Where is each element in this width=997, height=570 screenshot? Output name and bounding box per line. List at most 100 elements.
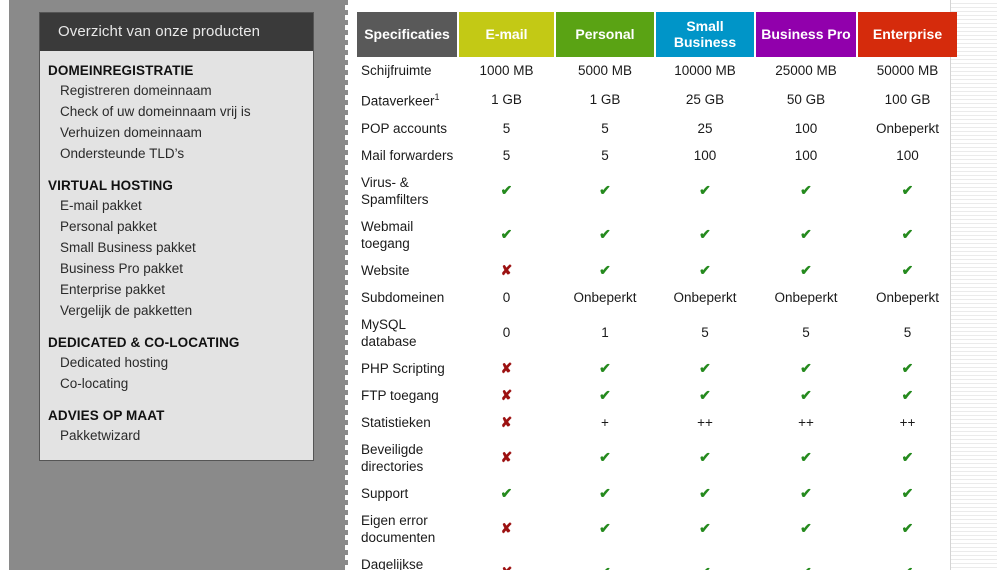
check-icon: ✔ — [556, 355, 654, 382]
check-icon: ✔ — [656, 257, 754, 284]
sidebar-item-personal-pakket[interactable]: Personal pakket — [40, 216, 313, 237]
check-icon: ✔ — [858, 169, 957, 213]
check-glyph: ✔ — [902, 564, 914, 570]
sidebar-group-title: VIRTUAL HOSTING — [48, 178, 174, 193]
check-icon: ✔ — [556, 551, 654, 570]
cell-value: 50000 MB — [876, 63, 939, 78]
cell-value: Onbeperkt — [573, 289, 637, 305]
cell-value: Onbeperkt — [875, 120, 940, 136]
sidebar-item-vergelijk-de-pakketten[interactable]: Vergelijk de pakketten — [40, 300, 313, 321]
table-header: Specificaties E-mail Personal Small Busi… — [357, 12, 957, 57]
cell-value: + — [601, 414, 609, 430]
sidebar-item-registreren-domeinnaam[interactable]: Registreren domeinnaam — [40, 80, 313, 101]
cross-icon: ✘ — [459, 436, 554, 480]
check-glyph: ✔ — [599, 484, 611, 501]
footnote-marker: 1 — [434, 92, 440, 102]
spec-label-text: Dataverkeer — [361, 93, 435, 109]
check-icon: ✔ — [556, 257, 654, 284]
check-glyph: ✔ — [800, 261, 812, 278]
cell-value: 1 — [601, 325, 609, 340]
check-glyph: ✔ — [901, 261, 914, 278]
cell-value: ++ — [899, 414, 916, 430]
sidebar-group-title: DOMEINREGISTRATIE — [48, 63, 194, 78]
column-header-enterprise[interactable]: Enterprise — [858, 12, 957, 57]
column-header-specificaties[interactable]: Specificaties — [357, 12, 457, 57]
sidebar-group-title: ADVIES OP MAAT — [48, 408, 165, 423]
sidebar-item-pakketwizard[interactable]: Pakketwizard — [40, 425, 313, 446]
cell-value: 1000 MB — [479, 63, 534, 78]
cross-glyph: ✘ — [500, 261, 513, 278]
check-glyph: ✔ — [699, 449, 711, 465]
cross-icon: ✘ — [459, 382, 554, 409]
cross-glyph: ✘ — [500, 359, 513, 376]
sidebar-group-title: DEDICATED & CO-LOCATING — [48, 335, 240, 350]
table-row: Beveiligde directories ✘ ✔ ✔ ✔ ✔ — [357, 436, 957, 480]
check-icon: ✔ — [756, 257, 856, 284]
table-row: PHP Scripting ✘ ✔ ✔ ✔ ✔ — [357, 355, 957, 382]
check-glyph: ✔ — [599, 564, 611, 570]
cell-value: 100 GB — [884, 91, 931, 107]
table-row: Statistieken ✘ + ++ ++ ++ — [357, 409, 957, 436]
spec-label: Statistieken — [361, 414, 431, 430]
spec-label: MySQL database — [361, 316, 417, 349]
spec-label: Webmail toegang — [361, 218, 414, 251]
sidebar-group: ADVIES OP MAAT Pakketwizard — [40, 406, 313, 446]
spec-label: Mail forwarders — [361, 147, 454, 163]
cell-value: 100 — [794, 120, 818, 136]
check-glyph: ✔ — [800, 226, 812, 242]
table-row: MySQL database 0 1 5 5 5 — [357, 311, 957, 355]
sidebar-item-dedicated-hosting[interactable]: Dedicated hosting — [40, 352, 313, 373]
sidebar-group: VIRTUAL HOSTING E-mail pakket Personal pak… — [40, 176, 313, 321]
cross-glyph: ✘ — [500, 386, 513, 403]
check-icon: ✔ — [459, 169, 554, 213]
comparison-table: Specificaties E-mail Personal Small Busi… — [355, 12, 959, 570]
check-glyph: ✔ — [901, 449, 914, 465]
cell-value: 25000 MB — [775, 63, 837, 78]
sidebar-item-e-mail-pakket[interactable]: E-mail pakket — [40, 195, 313, 216]
check-icon: ✔ — [656, 436, 754, 480]
check-icon: ✔ — [656, 551, 754, 570]
check-icon: ✔ — [556, 507, 654, 551]
sidebar-item-co-locating[interactable]: Co-locating — [40, 373, 313, 394]
cell-value: 10000 MB — [674, 63, 736, 78]
cell-value: 5 — [502, 120, 511, 136]
spec-label: PHP Scripting — [361, 360, 445, 376]
check-glyph: ✔ — [500, 182, 513, 198]
spec-label: Virus- & Spamfilters — [361, 174, 429, 207]
check-icon: ✔ — [556, 480, 654, 507]
cell-value: 1 GB — [491, 91, 522, 107]
sidebar-item-business-pro-pakket[interactable]: Business Pro pakket — [40, 258, 313, 279]
column-header-business-pro[interactable]: Business Pro — [756, 12, 856, 57]
spec-label: FTP toegang — [361, 387, 439, 403]
table-row: Website ✘ ✔ ✔ ✔ ✔ — [357, 257, 957, 284]
sidebar-item-enterprise-pakket[interactable]: Enterprise pakket — [40, 279, 313, 300]
cross-icon: ✘ — [459, 355, 554, 382]
check-icon: ✔ — [858, 355, 957, 382]
check-glyph: ✔ — [800, 182, 812, 198]
check-glyph: ✔ — [800, 484, 812, 501]
column-header-small-business[interactable]: Small Business — [656, 12, 754, 57]
column-header-email[interactable]: E-mail — [459, 12, 554, 57]
check-glyph: ✔ — [800, 386, 812, 403]
check-glyph: ✔ — [901, 484, 914, 501]
spec-label: Eigen error documenten — [361, 512, 436, 545]
cross-icon: ✘ — [459, 551, 554, 570]
check-glyph: ✔ — [599, 386, 611, 403]
check-glyph: ✔ — [599, 226, 611, 242]
content-divider — [345, 0, 348, 570]
sidebar-item-small-business-pakket[interactable]: Small Business pakket — [40, 237, 313, 258]
sidebar-item-verhuizen-domeinnaam[interactable]: Verhuizen domeinnaam — [40, 122, 313, 143]
check-icon: ✔ — [656, 507, 754, 551]
column-header-personal[interactable]: Personal — [556, 12, 654, 57]
sidebar-item-check-of-uw-domeinnaam-vrij-is[interactable]: Check of uw domeinnaam vrij is — [40, 101, 313, 122]
check-icon: ✔ — [858, 480, 957, 507]
cross-glyph: ✘ — [501, 564, 513, 570]
cross-icon: ✘ — [459, 507, 554, 551]
check-icon: ✔ — [656, 355, 754, 382]
table-row: FTP toegang ✘ ✔ ✔ ✔ ✔ — [357, 382, 957, 409]
sidebar-item-ondersteunde-tld-s[interactable]: Ondersteunde TLD’s — [40, 143, 313, 164]
check-glyph: ✔ — [800, 564, 812, 570]
check-glyph: ✔ — [599, 261, 611, 278]
check-glyph: ✔ — [599, 359, 611, 376]
sidebar: Overzicht van onze producten DOMEINREGIS… — [39, 12, 314, 461]
